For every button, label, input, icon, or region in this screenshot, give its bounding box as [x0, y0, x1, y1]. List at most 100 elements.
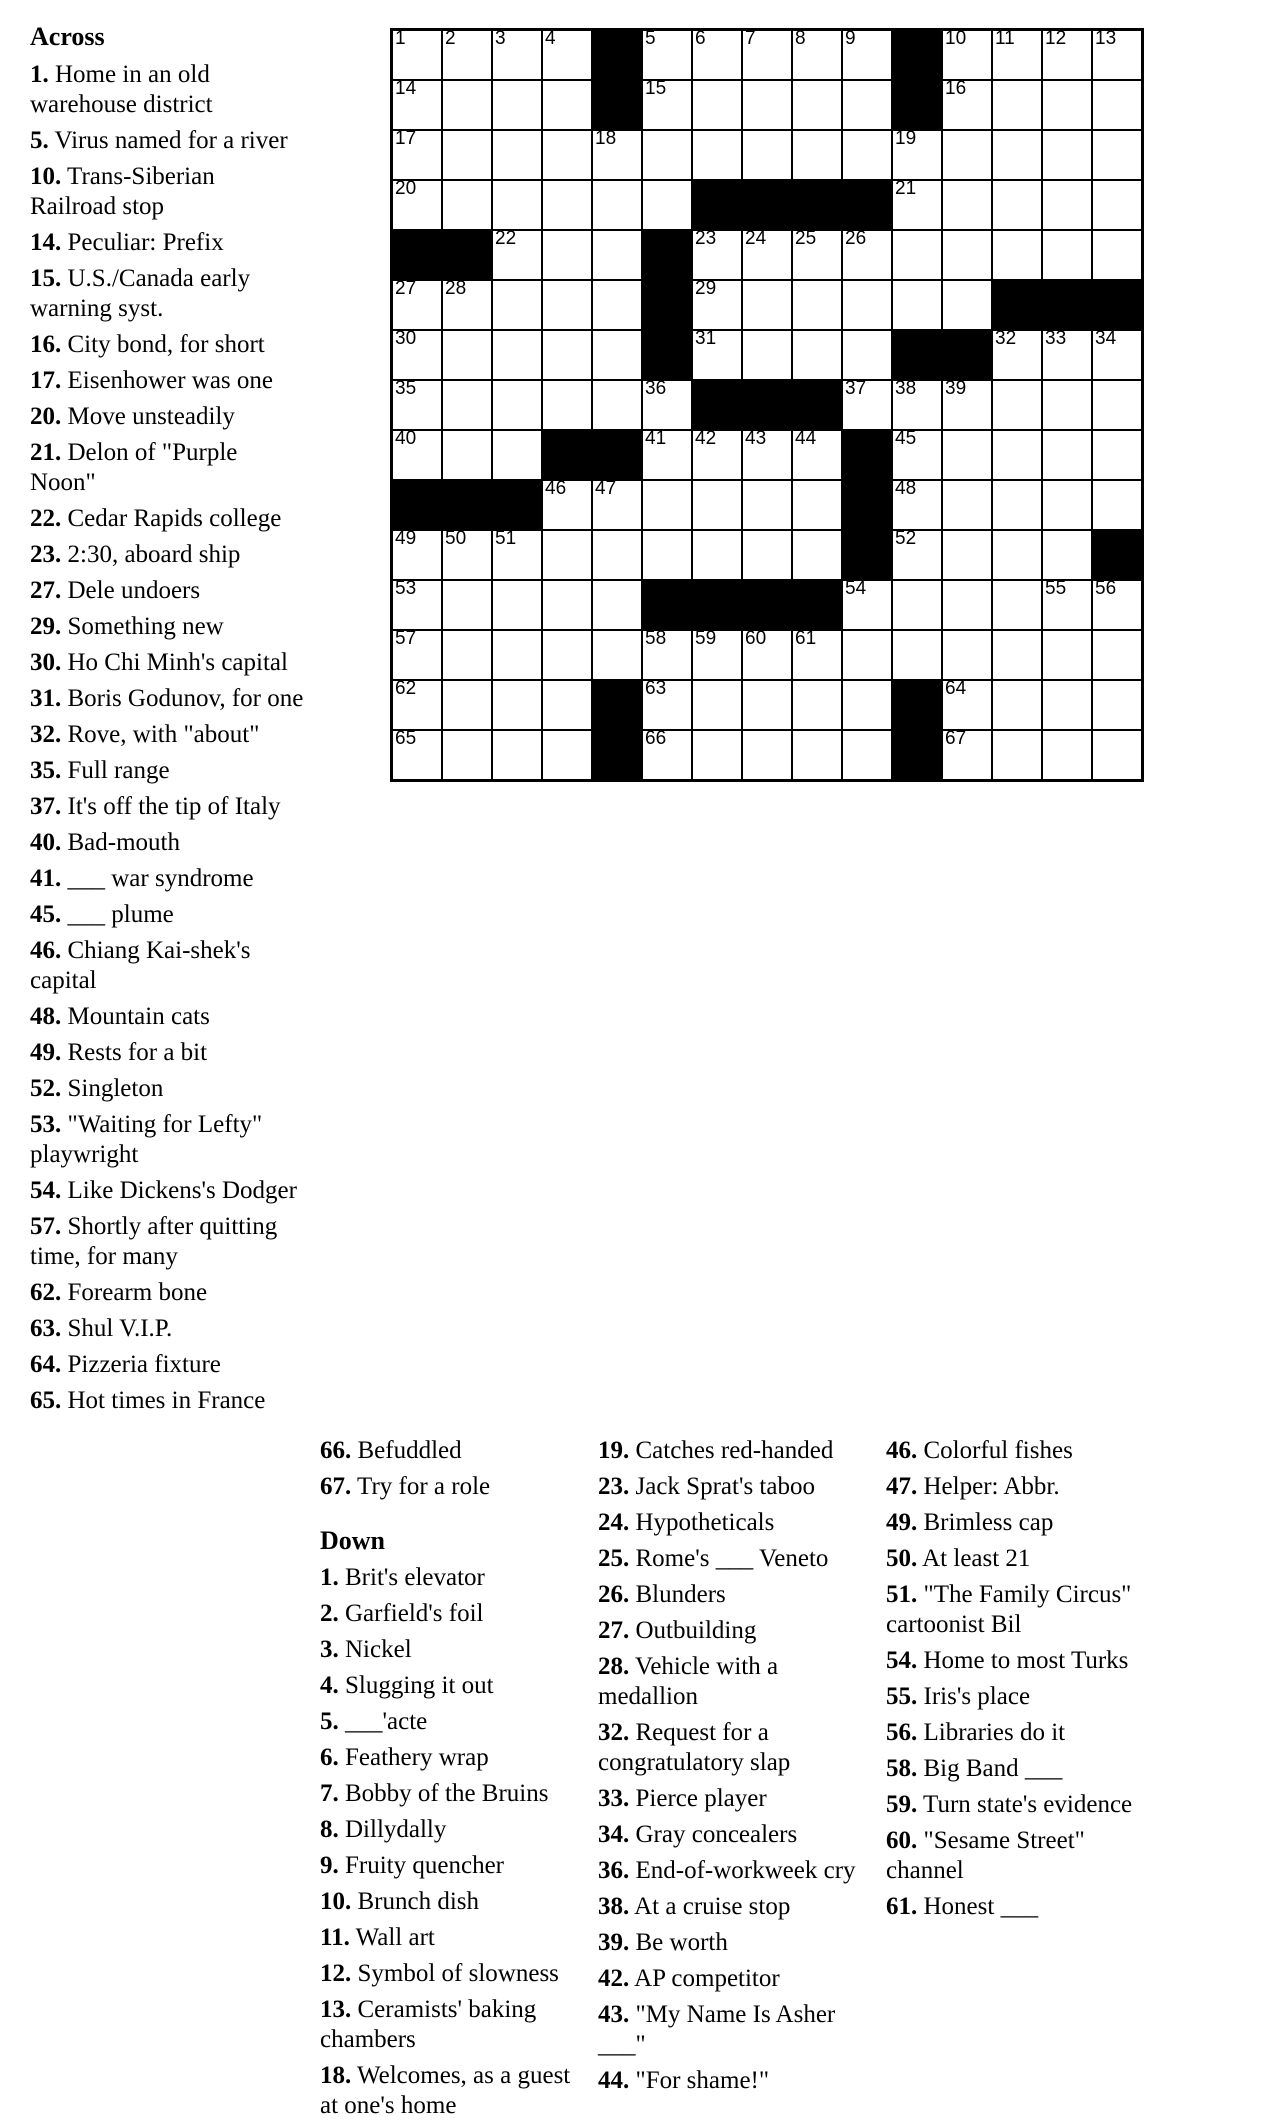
grid-cell[interactable]: 14	[390, 79, 443, 131]
grid-cell[interactable]	[541, 279, 593, 331]
grid-cell[interactable]	[641, 529, 693, 581]
grid-cell[interactable]	[691, 679, 743, 731]
grid-cell[interactable]	[941, 279, 993, 331]
grid-cell[interactable]	[541, 129, 593, 181]
grid-cell[interactable]	[591, 579, 643, 631]
grid-cell[interactable]	[691, 729, 743, 782]
grid-cell[interactable]	[1041, 529, 1093, 581]
grid-cell[interactable]	[541, 679, 593, 731]
grid-cell[interactable]	[441, 679, 493, 731]
grid-cell[interactable]	[1091, 229, 1144, 281]
grid-cell[interactable]	[1041, 129, 1093, 181]
grid-cell[interactable]: 55	[1041, 579, 1093, 631]
grid-cell[interactable]: 61	[791, 629, 843, 681]
grid-cell[interactable]	[541, 729, 593, 782]
grid-cell[interactable]	[941, 579, 993, 631]
grid-cell[interactable]	[991, 729, 1043, 782]
grid-cell[interactable]: 53	[390, 579, 443, 631]
grid-cell[interactable]: 49	[390, 529, 443, 581]
grid-cell[interactable]: 67	[941, 729, 993, 782]
grid-cell[interactable]: 22	[491, 229, 543, 281]
grid-cell[interactable]: 37	[841, 379, 893, 431]
grid-cell[interactable]	[491, 629, 543, 681]
grid-cell[interactable]	[991, 479, 1043, 531]
grid-cell[interactable]: 35	[390, 379, 443, 431]
grid-cell[interactable]: 38	[891, 379, 943, 431]
grid-cell[interactable]	[841, 79, 893, 131]
grid-cell[interactable]	[491, 329, 543, 381]
grid-cell[interactable]: 19	[891, 129, 943, 181]
grid-cell[interactable]: 25	[791, 229, 843, 281]
grid-cell[interactable]: 29	[691, 279, 743, 331]
grid-cell[interactable]	[891, 279, 943, 331]
grid-cell[interactable]	[591, 529, 643, 581]
grid-cell[interactable]	[991, 679, 1043, 731]
grid-cell[interactable]: 58	[641, 629, 693, 681]
grid-cell[interactable]	[741, 79, 793, 131]
grid-cell[interactable]: 66	[641, 729, 693, 782]
grid-cell[interactable]: 64	[941, 679, 993, 731]
grid-cell[interactable]	[491, 79, 543, 131]
grid-cell[interactable]	[1091, 429, 1144, 481]
grid-cell[interactable]	[491, 379, 543, 431]
grid-cell[interactable]	[891, 629, 943, 681]
grid-cell[interactable]: 12	[1041, 28, 1093, 81]
grid-cell[interactable]: 3	[491, 28, 543, 81]
grid-cell[interactable]	[941, 529, 993, 581]
grid-cell[interactable]	[791, 329, 843, 381]
grid-cell[interactable]	[741, 679, 793, 731]
grid-cell[interactable]	[541, 79, 593, 131]
grid-cell[interactable]	[1041, 79, 1093, 131]
grid-cell[interactable]: 16	[941, 79, 993, 131]
grid-cell[interactable]	[541, 229, 593, 281]
grid-cell[interactable]: 11	[991, 28, 1043, 81]
grid-cell[interactable]	[841, 329, 893, 381]
grid-cell[interactable]: 52	[891, 529, 943, 581]
grid-cell[interactable]	[491, 729, 543, 782]
grid-cell[interactable]	[841, 129, 893, 181]
grid-cell[interactable]	[741, 479, 793, 531]
grid-cell[interactable]	[841, 679, 893, 731]
grid-cell[interactable]: 33	[1041, 329, 1093, 381]
grid-cell[interactable]: 5	[641, 28, 693, 81]
grid-cell[interactable]: 63	[641, 679, 693, 731]
grid-cell[interactable]	[941, 229, 993, 281]
grid-cell[interactable]	[491, 429, 543, 481]
grid-cell[interactable]	[841, 729, 893, 782]
grid-cell[interactable]: 18	[591, 129, 643, 181]
grid-cell[interactable]	[1041, 479, 1093, 531]
grid-cell[interactable]: 8	[791, 28, 843, 81]
grid-cell[interactable]: 23	[691, 229, 743, 281]
grid-cell[interactable]: 60	[741, 629, 793, 681]
grid-cell[interactable]: 21	[891, 179, 943, 231]
grid-cell[interactable]	[491, 279, 543, 331]
grid-cell[interactable]: 32	[991, 329, 1043, 381]
grid-cell[interactable]: 26	[841, 229, 893, 281]
grid-cell[interactable]: 10	[941, 28, 993, 81]
grid-cell[interactable]	[841, 279, 893, 331]
grid-cell[interactable]	[991, 429, 1043, 481]
grid-cell[interactable]	[491, 679, 543, 731]
grid-cell[interactable]: 31	[691, 329, 743, 381]
grid-cell[interactable]: 62	[390, 679, 443, 731]
grid-cell[interactable]: 51	[491, 529, 543, 581]
grid-cell[interactable]	[691, 529, 743, 581]
grid-cell[interactable]: 36	[641, 379, 693, 431]
grid-cell[interactable]: 42	[691, 429, 743, 481]
grid-cell[interactable]	[1091, 79, 1144, 131]
grid-cell[interactable]	[541, 579, 593, 631]
grid-cell[interactable]	[791, 129, 843, 181]
grid-cell[interactable]	[741, 129, 793, 181]
grid-cell[interactable]	[991, 79, 1043, 131]
grid-cell[interactable]	[1041, 229, 1093, 281]
grid-cell[interactable]	[1041, 679, 1093, 731]
grid-cell[interactable]	[1091, 179, 1144, 231]
grid-cell[interactable]: 56	[1091, 579, 1144, 631]
grid-cell[interactable]	[941, 429, 993, 481]
grid-cell[interactable]: 59	[691, 629, 743, 681]
grid-cell[interactable]: 48	[891, 479, 943, 531]
grid-cell[interactable]	[741, 529, 793, 581]
grid-cell[interactable]: 54	[841, 579, 893, 631]
grid-cell[interactable]	[1091, 679, 1144, 731]
crossword-grid[interactable]: 1 2 3 4 5 6 7 8 9 10 11 12 13 14 15 16 17 18 19 20 21 22 23 24 2…	[390, 28, 1144, 782]
